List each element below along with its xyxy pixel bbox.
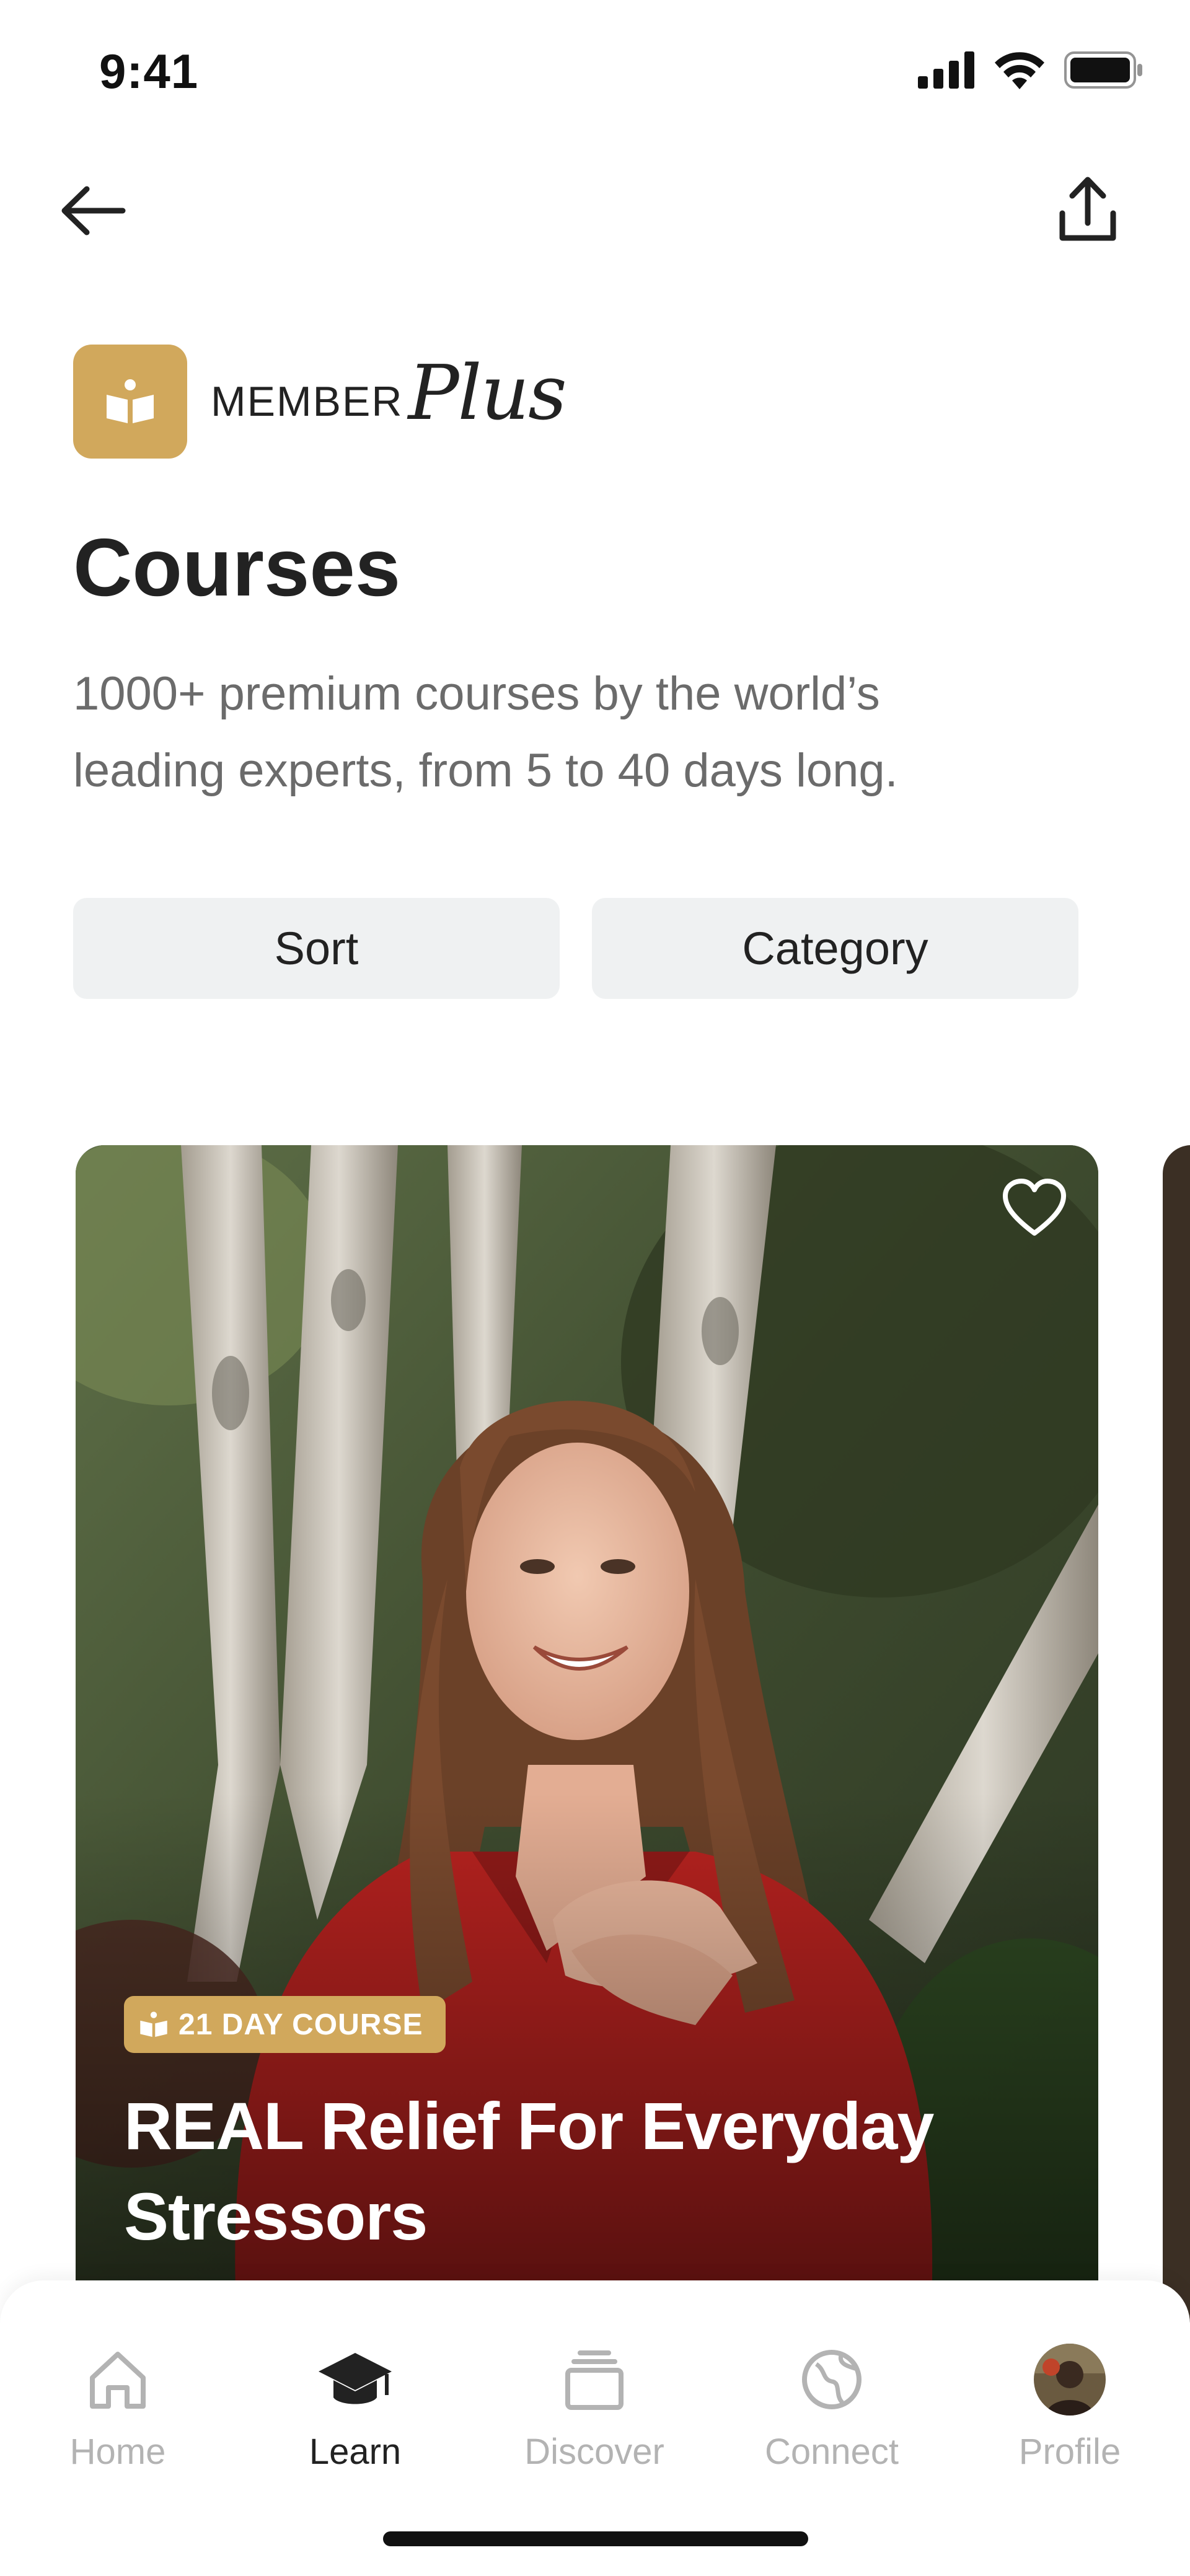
brand-plus-text: Plus (408, 349, 566, 437)
courses-screen: 9:41 MEMBER Plus Courses 1000+ premium c… (0, 0, 1190, 2576)
book-icon (140, 2011, 167, 2037)
brand-member-text: MEMBER (211, 378, 403, 425)
tab-discover[interactable]: Discover (501, 2339, 687, 2473)
brand-badge (73, 345, 187, 459)
sort-button[interactable]: Sort (73, 898, 560, 999)
home-indicator[interactable] (383, 2531, 808, 2546)
status-icons (918, 51, 1144, 89)
cellular-signal-icon (918, 51, 974, 89)
page-subtitle: 1000+ premium courses by the world’s lea… (73, 667, 898, 797)
page-title: Courses (73, 522, 401, 613)
avatar-icon (1034, 2344, 1106, 2416)
stack-icon (565, 2350, 624, 2410)
home-icon (90, 2352, 146, 2409)
tab-bar: Home Learn Discover Connect Profile (0, 2280, 1190, 2576)
back-button[interactable] (56, 177, 136, 245)
status-time: 9:41 (99, 44, 199, 99)
course-duration-badge: 21 DAY COURSE (124, 1996, 446, 2053)
tab-label: Profile (1018, 2432, 1121, 2472)
share-button[interactable] (1054, 174, 1122, 248)
tab-label: Connect (764, 2432, 899, 2472)
globe-icon (802, 2350, 862, 2409)
tab-label: Discover (524, 2432, 664, 2472)
next-course-card[interactable] (1163, 1145, 1190, 2323)
category-button[interactable]: Category (592, 898, 1078, 999)
heart-icon (1003, 1179, 1066, 1236)
favorite-button[interactable] (1000, 1175, 1069, 1243)
status-bar: 9:41 (0, 0, 1190, 146)
tab-home[interactable]: Home (25, 2339, 211, 2473)
tab-label: Home (69, 2432, 166, 2472)
arrow-left-icon (61, 186, 126, 235)
tab-learn[interactable]: Learn (262, 2339, 448, 2473)
tab-profile[interactable]: Profile (977, 2339, 1163, 2473)
wifi-icon (995, 52, 1044, 89)
course-badge-label: 21 DAY COURSE (178, 2008, 423, 2041)
tab-connect[interactable]: Connect (739, 2339, 925, 2473)
share-icon (1059, 177, 1116, 241)
member-plus-brand: MEMBER Plus (73, 345, 567, 459)
graduation-cap-icon (319, 2353, 392, 2404)
course-card[interactable]: 21 DAY COURSE REAL Relief For Everyday S… (76, 1145, 1098, 2323)
tab-label: Learn (309, 2432, 402, 2472)
course-title: REAL Relief For Everyday Stressors (124, 2088, 935, 2254)
book-icon (107, 379, 154, 423)
battery-icon (1064, 51, 1142, 89)
